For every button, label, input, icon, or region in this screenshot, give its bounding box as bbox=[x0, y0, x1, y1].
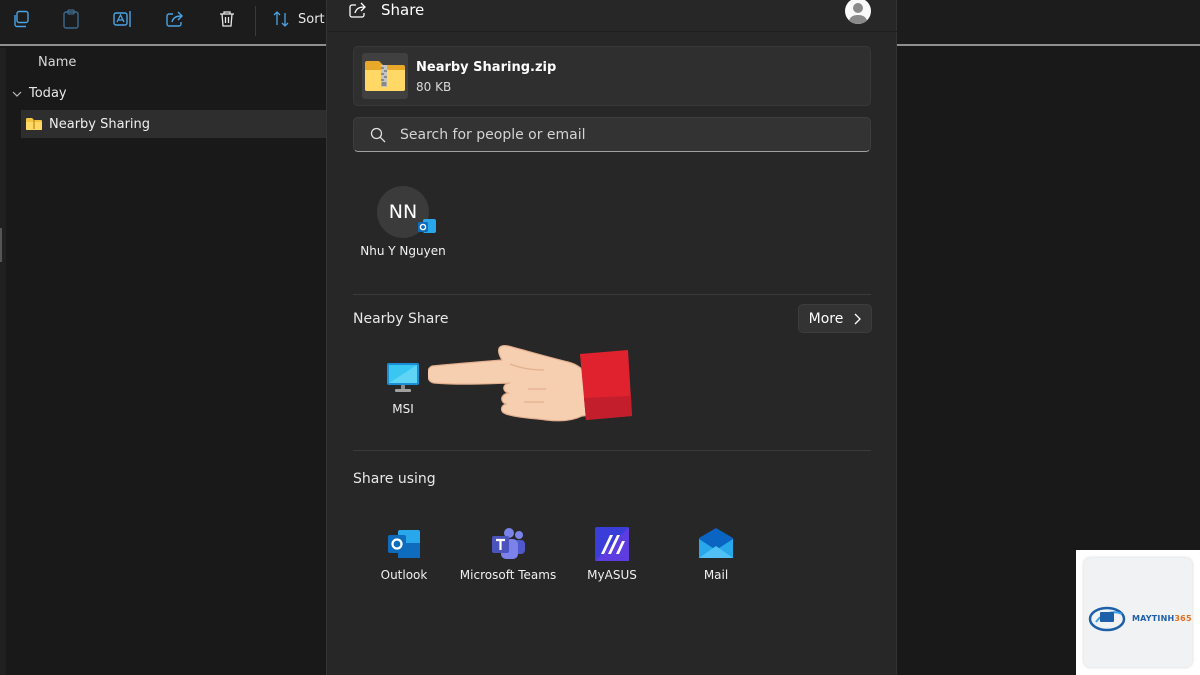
brand-name-part1: MAYTINH bbox=[1132, 614, 1175, 623]
app-label: Microsoft Teams bbox=[459, 568, 557, 582]
paste-icon[interactable] bbox=[58, 6, 84, 32]
outlook-icon bbox=[388, 530, 420, 558]
contact-name: Nhu Y Nguyen bbox=[360, 244, 446, 258]
brand-watermark: MAYTINH365 bbox=[1076, 550, 1200, 675]
group-label: Today bbox=[29, 86, 67, 101]
outlook-badge-icon bbox=[417, 216, 437, 236]
share-icon bbox=[349, 2, 366, 18]
shared-file-name: Nearby Sharing.zip bbox=[416, 60, 557, 75]
screen: Sort Name Today Nearby Sharing Share Nea… bbox=[0, 0, 1200, 675]
shared-file-card: Nearby Sharing.zip 80 KB bbox=[353, 46, 871, 106]
toolbar-separator bbox=[255, 6, 256, 36]
copy-icon[interactable] bbox=[8, 6, 34, 32]
search-icon bbox=[370, 127, 386, 142]
contact-item[interactable]: NN Nhu Y Nguyen bbox=[353, 186, 453, 266]
app-outlook[interactable]: Outlook bbox=[354, 522, 454, 602]
chevron-right-icon bbox=[854, 313, 862, 324]
app-label: Mail bbox=[703, 568, 729, 582]
section-divider bbox=[353, 294, 871, 295]
more-label: More bbox=[808, 310, 844, 327]
share-icon[interactable] bbox=[162, 6, 188, 32]
contact-initials: NN bbox=[388, 201, 418, 223]
myasus-icon bbox=[595, 527, 629, 561]
app-label: MyASUS bbox=[587, 568, 637, 582]
share-title: Share bbox=[381, 1, 425, 19]
chevron-down-icon bbox=[12, 91, 22, 97]
file-row-selected[interactable]: Nearby Sharing bbox=[21, 110, 327, 138]
sort-icon bbox=[273, 11, 289, 27]
teams-icon bbox=[492, 528, 525, 559]
nearby-device-msi[interactable]: MSI bbox=[373, 362, 433, 422]
rename-icon[interactable] bbox=[110, 6, 136, 32]
app-label: Outlook bbox=[380, 568, 428, 582]
app-microsoft-teams[interactable]: Microsoft Teams bbox=[458, 522, 558, 602]
nearby-share-title: Nearby Share bbox=[353, 311, 449, 327]
share-using-title: Share using bbox=[353, 471, 436, 487]
account-avatar[interactable] bbox=[845, 0, 871, 24]
globe-logo-icon bbox=[1088, 606, 1126, 632]
file-name: Nearby Sharing bbox=[49, 116, 151, 132]
header-divider bbox=[327, 31, 898, 32]
navigation-pane bbox=[0, 48, 6, 675]
group-header-today[interactable]: Today bbox=[12, 86, 67, 101]
shared-file-size: 80 KB bbox=[416, 80, 452, 94]
app-mail[interactable]: Mail bbox=[666, 522, 766, 602]
search-input[interactable] bbox=[400, 126, 840, 143]
more-button[interactable]: More bbox=[798, 304, 872, 333]
section-divider bbox=[353, 450, 871, 451]
share-header: Share bbox=[349, 0, 424, 20]
app-myasus[interactable]: MyASUS bbox=[562, 522, 662, 602]
brand-logo: MAYTINH365 bbox=[1084, 558, 1192, 667]
brand-name-part2: 365 bbox=[1174, 614, 1192, 623]
pointing-hand-icon bbox=[428, 345, 632, 422]
zip-folder-icon bbox=[362, 53, 408, 99]
column-header-name[interactable]: Name bbox=[38, 55, 76, 70]
person-icon bbox=[848, 3, 868, 24]
brand-name: MAYTINH365 bbox=[1132, 614, 1192, 623]
folder-icon bbox=[26, 118, 42, 130]
delete-icon[interactable] bbox=[214, 6, 240, 32]
sort-button[interactable]: Sort bbox=[272, 6, 325, 32]
desktop-monitor-icon bbox=[387, 363, 419, 392]
mail-icon bbox=[699, 528, 733, 558]
device-name: MSI bbox=[392, 402, 414, 416]
sort-label: Sort bbox=[298, 11, 325, 27]
search-box[interactable] bbox=[353, 117, 871, 152]
